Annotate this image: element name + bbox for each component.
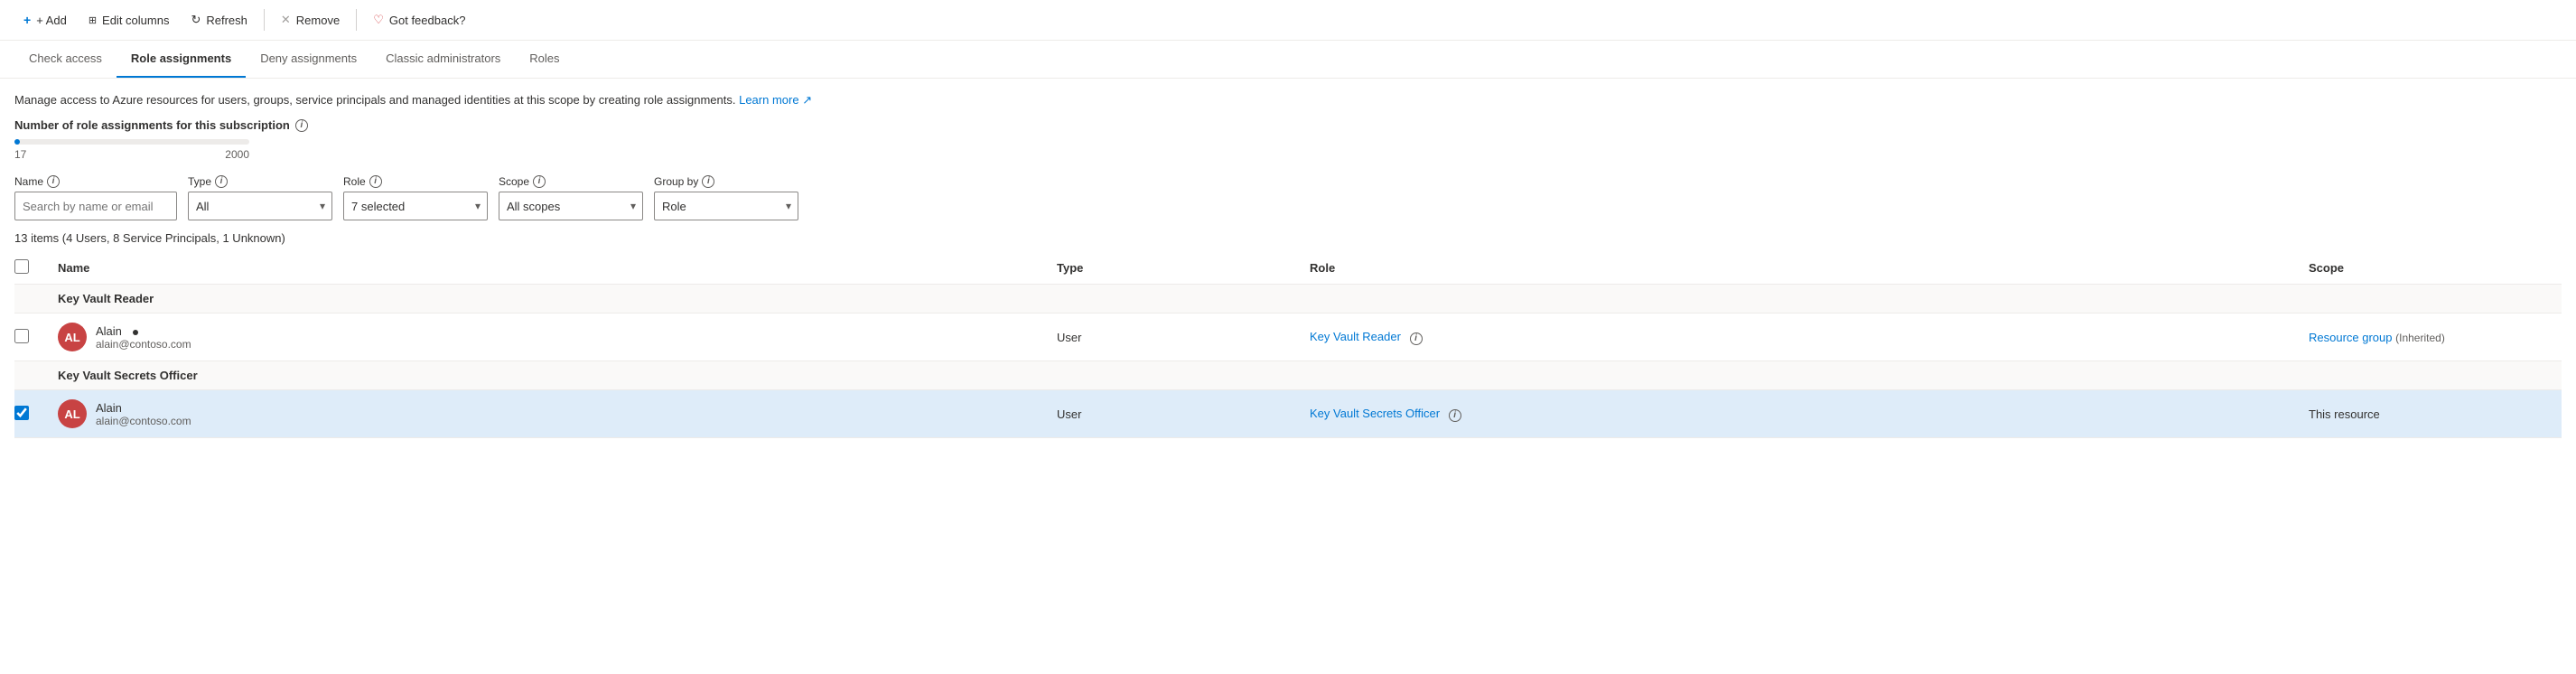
progress-fill: [14, 139, 20, 145]
name-filter-info-icon[interactable]: i: [47, 175, 60, 188]
role-select-wrapper: 7 selected: [343, 192, 488, 220]
group-key-vault-reader: Key Vault Reader: [14, 285, 2562, 314]
select-all-checkbox[interactable]: [14, 259, 29, 274]
type-select[interactable]: All User Group Service Principal Managed…: [188, 192, 332, 220]
row2-type-col: User: [1057, 407, 1310, 421]
remove-label: Remove: [296, 14, 340, 27]
row1-scope-inherited: (Inherited): [2395, 332, 2445, 344]
filters-row: Name i Type i All User Group Service Pri…: [14, 175, 2562, 220]
dot-indicator: [133, 330, 138, 335]
row2-email: alain@contoso.com: [96, 415, 191, 427]
table-row: AL Alain alain@contoso.com User Key Vaul…: [14, 314, 2562, 361]
role-select[interactable]: 7 selected: [343, 192, 488, 220]
header-role: Role: [1310, 261, 2309, 275]
groupby-select[interactable]: Role Type Scope: [654, 192, 798, 220]
filter-groupby-label: Group by i: [654, 175, 798, 188]
tab-deny-assignments[interactable]: Deny assignments: [246, 41, 371, 78]
plus-icon: +: [23, 13, 31, 27]
filter-role-label: Role i: [343, 175, 488, 188]
row1-scope-link[interactable]: Resource group: [2309, 331, 2395, 344]
description-text: Manage access to Azure resources for use…: [14, 93, 2562, 108]
tab-check-access[interactable]: Check access: [14, 41, 117, 78]
type-select-wrapper: All User Group Service Principal Managed…: [188, 192, 332, 220]
row1-role-info-icon[interactable]: i: [1410, 332, 1423, 345]
row2-role-info-icon[interactable]: i: [1449, 409, 1461, 422]
edit-columns-label: Edit columns: [102, 14, 169, 27]
edit-columns-button[interactable]: ⊞ Edit columns: [79, 8, 179, 33]
row1-name-info: Alain alain@contoso.com: [96, 324, 191, 351]
heart-icon: ♡: [373, 13, 384, 27]
row2-name-col: AL Alain alain@contoso.com: [58, 399, 1057, 428]
row1-name-col: AL Alain alain@contoso.com: [58, 323, 1057, 351]
header-scope: Scope: [2309, 261, 2562, 275]
row1-checkbox[interactable]: [14, 329, 29, 343]
feedback-label: Got feedback?: [389, 14, 466, 27]
row2-scope-col: This resource: [2309, 407, 2562, 421]
groupby-select-wrapper: Role Type Scope: [654, 192, 798, 220]
separator-2: [356, 9, 357, 31]
groupby-filter-info-icon[interactable]: i: [702, 175, 714, 188]
refresh-label: Refresh: [206, 14, 247, 27]
row1-scope-col: Resource group (Inherited): [2309, 331, 2562, 344]
grid-icon: ⊞: [89, 14, 97, 26]
row1-email: alain@contoso.com: [96, 338, 191, 351]
refresh-button[interactable]: ↻ Refresh: [182, 7, 256, 33]
subscription-count-section: Number of role assignments for this subs…: [14, 118, 2562, 161]
filter-name-group: Name i: [14, 175, 177, 220]
filter-groupby-group: Group by i Role Type Scope: [654, 175, 798, 220]
row2-check-col: [14, 406, 58, 423]
filter-role-group: Role i 7 selected: [343, 175, 488, 220]
row2-name: Alain: [96, 401, 191, 415]
type-filter-info-icon[interactable]: i: [215, 175, 228, 188]
avatar: AL: [58, 323, 87, 351]
add-label: + Add: [36, 14, 67, 27]
filter-scope-group: Scope i All scopes This resource Inherit…: [499, 175, 643, 220]
feedback-button[interactable]: ♡ Got feedback?: [364, 7, 474, 33]
row1-role-link[interactable]: Key Vault Reader: [1310, 330, 1405, 343]
toolbar: + + Add ⊞ Edit columns ↻ Refresh ✕ Remov…: [0, 0, 2576, 41]
filter-scope-label: Scope i: [499, 175, 643, 188]
tabs-container: Check access Role assignments Deny assig…: [0, 41, 2576, 79]
progress-track: [14, 139, 249, 145]
items-count: 13 items (4 Users, 8 Service Principals,…: [14, 231, 2562, 245]
row1-name: Alain: [96, 324, 191, 338]
filter-name-label: Name i: [14, 175, 177, 188]
progress-labels: 17 2000: [14, 148, 249, 161]
row1-type-col: User: [1057, 331, 1310, 344]
row2-role-link[interactable]: Key Vault Secrets Officer: [1310, 407, 1443, 420]
remove-button[interactable]: ✕ Remove: [272, 7, 349, 33]
scope-select[interactable]: All scopes This resource Inherited: [499, 192, 643, 220]
row2-name-info: Alain alain@contoso.com: [96, 401, 191, 427]
row2-checkbox[interactable]: [14, 406, 29, 420]
tab-role-assignments[interactable]: Role assignments: [117, 41, 246, 78]
search-input[interactable]: [14, 192, 177, 220]
learn-more-link[interactable]: Learn more ↗: [739, 93, 812, 107]
tab-roles[interactable]: Roles: [515, 41, 574, 78]
table-row: AL Alain alain@contoso.com User Key Vaul…: [14, 390, 2562, 438]
header-check-col: [14, 259, 58, 276]
avatar: AL: [58, 399, 87, 428]
add-button[interactable]: + + Add: [14, 7, 76, 33]
filter-type-label: Type i: [188, 175, 332, 188]
scope-select-wrapper: All scopes This resource Inherited: [499, 192, 643, 220]
table-header: Name Type Role Scope: [14, 252, 2562, 285]
header-name: Name: [58, 261, 1057, 275]
refresh-icon: ↻: [191, 13, 201, 27]
group-key-vault-secrets-officer: Key Vault Secrets Officer: [14, 361, 2562, 390]
scope-filter-info-icon[interactable]: i: [533, 175, 546, 188]
tab-classic-administrators[interactable]: Classic administrators: [371, 41, 515, 78]
role-filter-info-icon[interactable]: i: [369, 175, 382, 188]
x-icon: ✕: [281, 13, 291, 27]
separator-1: [264, 9, 265, 31]
subscription-count-label: Number of role assignments for this subs…: [14, 118, 2562, 132]
header-type: Type: [1057, 261, 1310, 275]
row2-role-col: Key Vault Secrets Officer i: [1310, 407, 2309, 422]
row1-role-col: Key Vault Reader i: [1310, 330, 2309, 345]
content-area: Manage access to Azure resources for use…: [0, 79, 2576, 438]
row1-check-col: [14, 329, 58, 346]
subscription-count-info-icon[interactable]: i: [295, 119, 308, 132]
filter-type-group: Type i All User Group Service Principal …: [188, 175, 332, 220]
